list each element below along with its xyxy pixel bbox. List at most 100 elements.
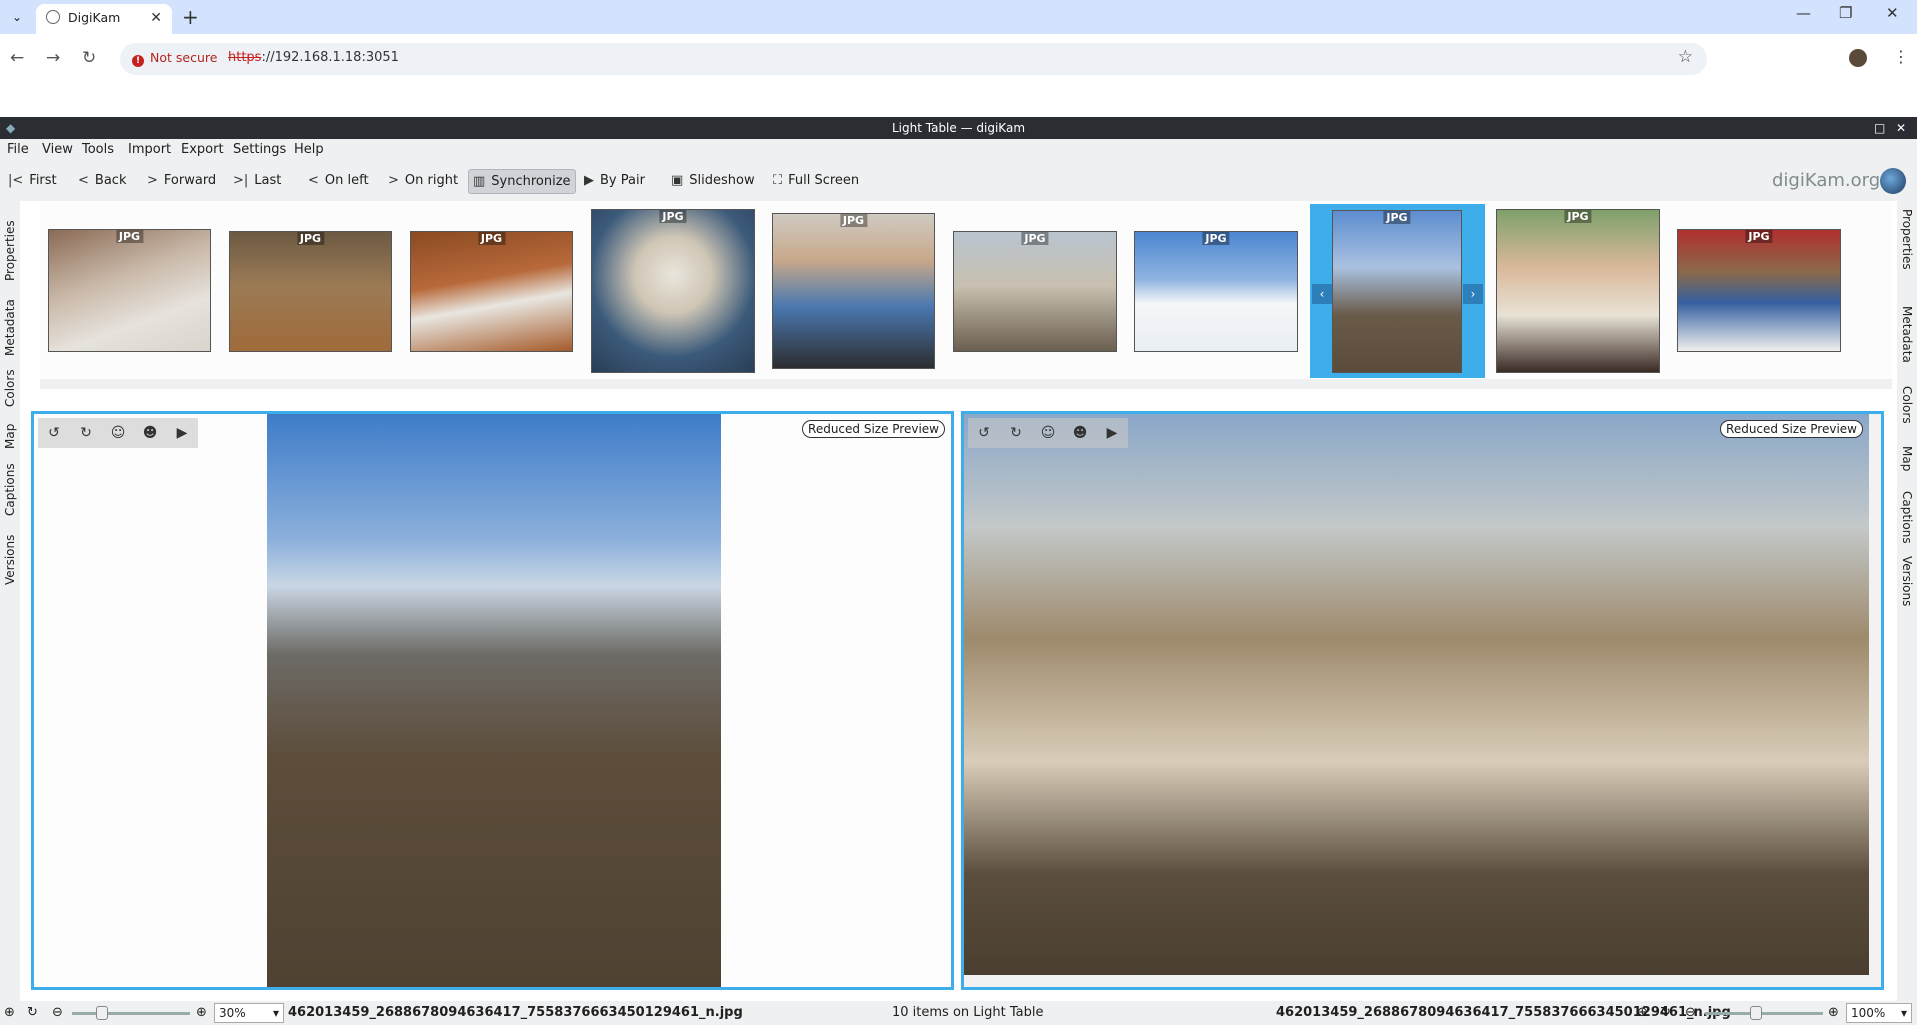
left-zoom-slider-handle[interactable] <box>96 1006 108 1020</box>
on-left-button[interactable]: < On left <box>304 169 373 194</box>
close-tab-icon[interactable]: ✕ <box>150 10 162 26</box>
play-icon[interactable]: ▶ <box>1096 418 1128 448</box>
right-tab-colors[interactable]: Colors <box>1900 386 1914 424</box>
move-left-arrow-icon[interactable]: ‹ <box>1312 284 1332 304</box>
digikam-brand[interactable]: digiKam.org <box>1772 170 1880 191</box>
right-zoom-select[interactable]: 100% ▾ <box>1846 1003 1912 1023</box>
new-tab-icon[interactable]: + <box>182 5 199 29</box>
menu-view[interactable]: View <box>42 142 73 157</box>
thumbnail[interactable]: JPG <box>1134 231 1298 352</box>
left-zoom-select[interactable]: 30% ▾ <box>214 1003 284 1023</box>
thumbnail[interactable]: JPG <box>953 231 1117 352</box>
thumbnail[interactable]: JPG <box>772 213 935 369</box>
bookmark-star-icon[interactable]: ☆ <box>1678 47 1693 67</box>
on-right-button[interactable]: > On right <box>384 169 462 194</box>
menu-tools[interactable]: Tools <box>82 142 114 157</box>
menu-settings[interactable]: Settings <box>233 142 286 157</box>
right-preview-toolbar: ↺ ↻ ☺ ☻ ▶ <box>968 418 1128 448</box>
left-tab-map[interactable]: Map <box>3 424 17 449</box>
person-icon[interactable]: ☺ <box>1032 418 1064 448</box>
close-window-icon[interactable]: ✕ <box>1886 4 1899 22</box>
left-tab-colors[interactable]: Colors <box>3 369 17 407</box>
thumbnail[interactable]: JPG <box>1496 209 1660 373</box>
right-tab-properties[interactable]: Properties <box>1900 209 1914 270</box>
synchronize-button[interactable]: ▥ Synchronize <box>468 169 576 194</box>
zoom-reset-icon[interactable]: ↻ <box>27 1005 38 1020</box>
browser-tab[interactable]: DigiKam ✕ <box>36 4 172 34</box>
left-tab-versions[interactable]: Versions <box>3 535 17 585</box>
thumbnail[interactable]: JPG <box>591 209 755 373</box>
minimize-icon[interactable]: — <box>1796 4 1811 22</box>
profile-avatar[interactable] <box>1849 49 1867 67</box>
not-secure-label: Not secure <box>150 50 218 65</box>
left-tab-properties[interactable]: Properties <box>3 220 17 281</box>
main-toolbar: |< First < Back > Forward >| Last < On left >… <box>0 161 1917 201</box>
add-person-icon[interactable]: ☻ <box>1064 418 1096 448</box>
url-field[interactable]: ! Not secure https://192.168.1.18:3051 ☆ <box>120 43 1707 75</box>
back-button[interactable]: < Back <box>74 169 130 194</box>
play-icon[interactable]: ▶ <box>166 418 198 448</box>
right-tab-metadata[interactable]: Metadata <box>1900 306 1914 363</box>
url-scheme: https <box>228 50 262 65</box>
right-zoom-slider[interactable] <box>1705 1012 1823 1015</box>
browser-menu-icon[interactable]: ⋮ <box>1893 47 1909 66</box>
reload-icon[interactable]: ↻ <box>82 48 96 68</box>
close-icon[interactable]: ✕ <box>1896 117 1906 139</box>
menu-help[interactable]: Help <box>294 142 324 157</box>
right-sidebar-tabs: Properties Metadata Colors Map Captions … <box>1897 201 1917 1001</box>
zoom-out-icon[interactable]: ⊖ <box>52 1005 63 1020</box>
thumbnail[interactable]: JPG <box>229 231 392 352</box>
right-tab-map[interactable]: Map <box>1900 446 1914 471</box>
thumbnail[interactable]: JPG <box>410 231 573 352</box>
menu-file[interactable]: File <box>7 142 29 157</box>
back-arrow-icon[interactable]: ← <box>10 48 24 68</box>
add-person-icon[interactable]: ☻ <box>134 418 166 448</box>
by-pair-button[interactable]: ▶ By Pair <box>580 169 649 194</box>
right-tab-versions[interactable]: Versions <box>1900 556 1914 606</box>
maximize-icon[interactable]: □ <box>1874 117 1885 139</box>
thumbnail-selected[interactable]: JPG <box>1332 210 1462 373</box>
zoom-fit-icon[interactable]: ⊕ <box>4 1005 15 1020</box>
slideshow-button[interactable]: ▣ Slideshow <box>667 169 759 194</box>
zoom-in-icon[interactable]: ⊕ <box>1828 1005 1839 1020</box>
browser-address-bar: ← → ↻ ! Not secure https://192.168.1.18:3… <box>0 34 1917 84</box>
vertical-scrollbar[interactable] <box>1869 414 1881 987</box>
thumbnail-format-label: JPG <box>296 232 325 245</box>
forward-arrow-icon[interactable]: → <box>46 48 60 68</box>
person-icon[interactable]: ☺ <box>102 418 134 448</box>
thumbnail-format-label: JPG <box>839 214 868 227</box>
zoom-out-icon[interactable]: ⊖ <box>1685 1005 1696 1020</box>
horizontal-scrollbar[interactable] <box>964 975 1881 987</box>
not-secure-chip[interactable]: ! Not secure <box>132 50 217 67</box>
browser-tab-bar: ⌄ DigiKam ✕ + — ❐ ✕ <box>0 0 1917 34</box>
thumbnail[interactable]: JPG <box>1677 229 1841 352</box>
right-preview-pane[interactable]: ↺ ↻ ☺ ☻ ▶ Reduced Size Preview <box>961 411 1884 990</box>
zoom-in-icon[interactable]: ⊕ <box>196 1005 207 1020</box>
zoom-fit-icon[interactable]: ⊕ <box>1637 1005 1648 1020</box>
right-preview-image <box>964 414 1869 975</box>
right-tab-captions[interactable]: Captions <box>1900 491 1914 544</box>
right-zoom-slider-handle[interactable] <box>1750 1006 1762 1020</box>
left-tab-captions[interactable]: Captions <box>3 463 17 516</box>
first-button[interactable]: |< First <box>4 169 61 194</box>
full-screen-button[interactable]: ⛶ Full Screen <box>769 169 863 194</box>
thumbnail[interactable]: JPG <box>48 229 211 352</box>
tab-search-icon[interactable]: ⌄ <box>6 6 28 28</box>
left-zoom-slider[interactable] <box>72 1012 190 1015</box>
restore-icon[interactable]: ❐ <box>1839 4 1852 22</box>
rotate-left-icon[interactable]: ↺ <box>38 418 70 448</box>
zoom-reset-icon[interactable]: ↻ <box>1660 1005 1671 1020</box>
menu-import[interactable]: Import <box>128 142 171 157</box>
left-tab-metadata[interactable]: Metadata <box>3 299 17 356</box>
move-right-arrow-icon[interactable]: › <box>1463 284 1483 304</box>
menu-export[interactable]: Export <box>181 142 224 157</box>
forward-button[interactable]: > Forward <box>143 169 220 194</box>
last-button[interactable]: >| Last <box>229 169 285 194</box>
rotate-right-icon[interactable]: ↻ <box>1000 418 1032 448</box>
back-label: Back <box>94 173 127 188</box>
left-preview-pane[interactable]: ↺ ↻ ☺ ☻ ▶ Reduced Size Preview <box>31 411 954 990</box>
thumbnail-scrollbar[interactable] <box>40 379 1892 389</box>
forward-icon: > <box>147 173 158 188</box>
rotate-right-icon[interactable]: ↻ <box>70 418 102 448</box>
rotate-left-icon[interactable]: ↺ <box>968 418 1000 448</box>
